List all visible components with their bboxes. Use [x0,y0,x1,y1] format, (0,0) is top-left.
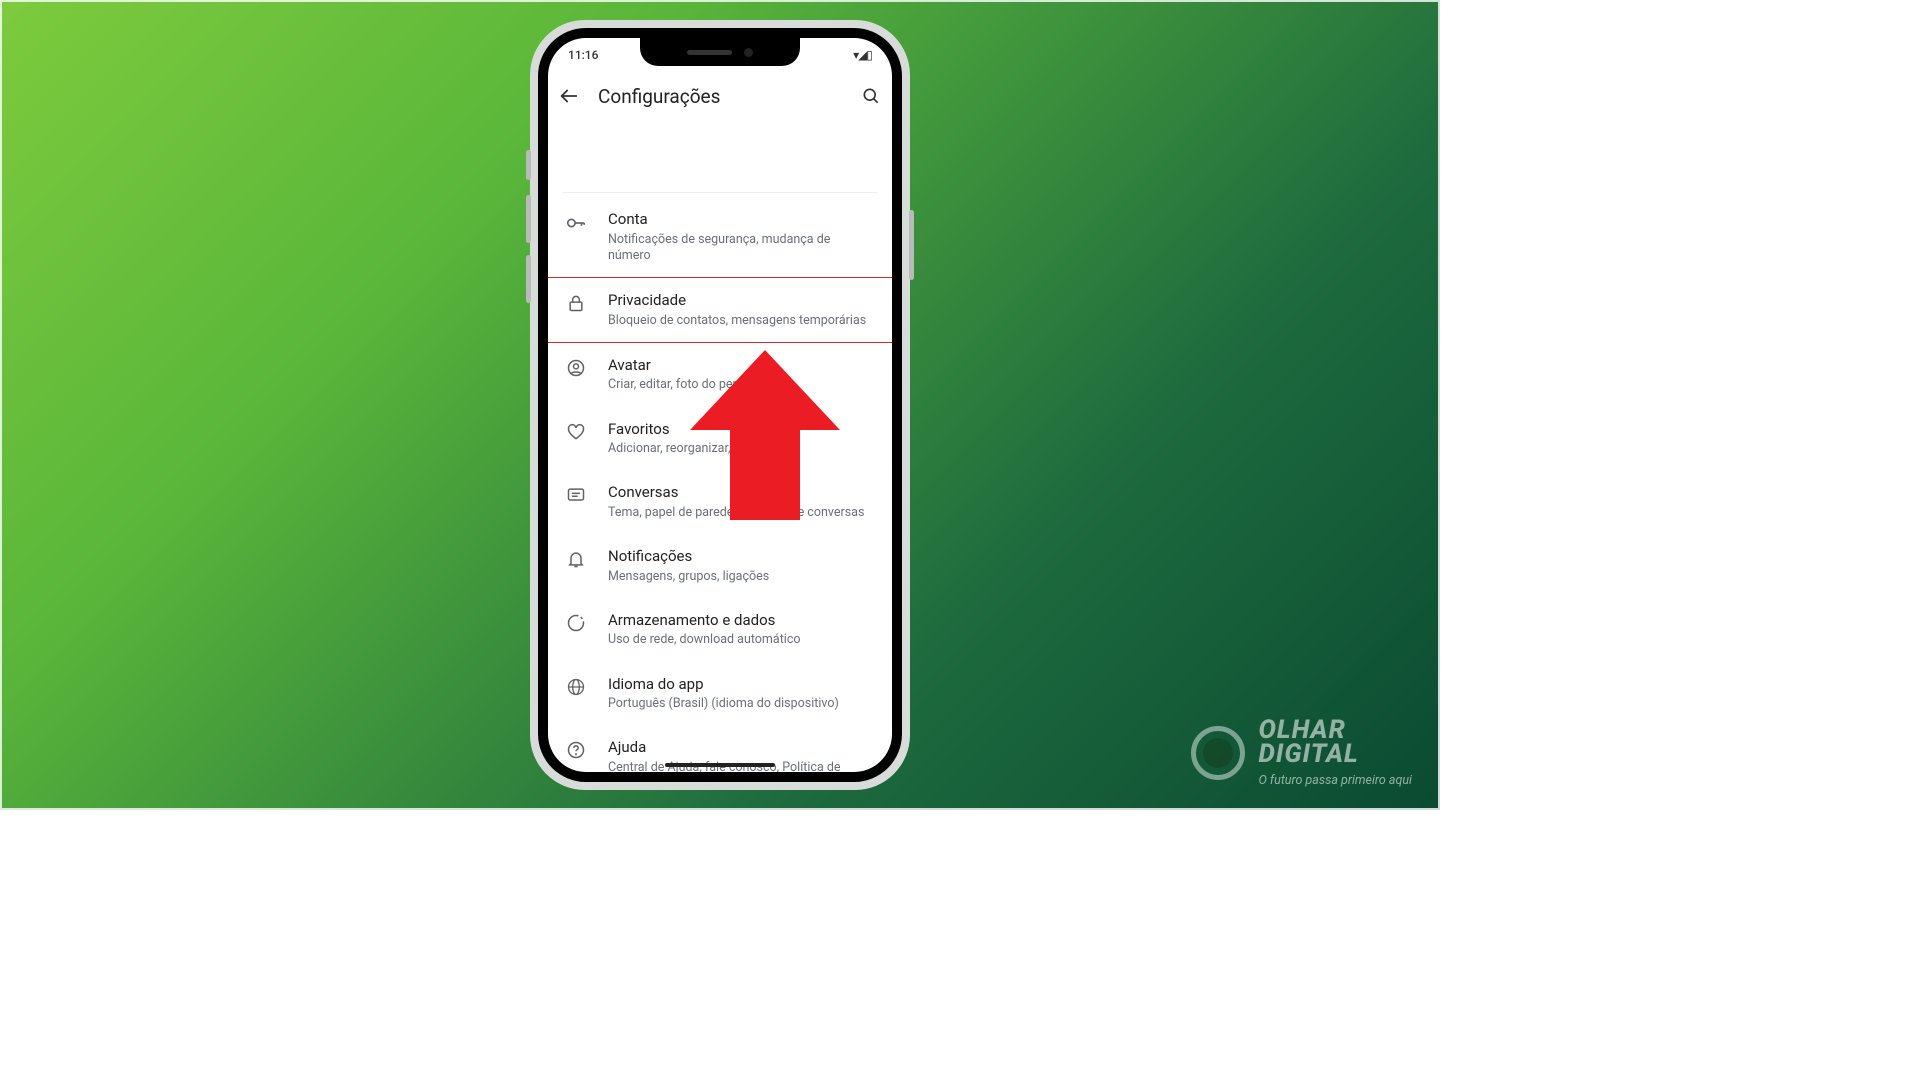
back-icon[interactable] [558,85,580,107]
settings-item-title: Ajuda [608,738,876,758]
profile-area [562,120,878,193]
globe-icon [564,675,588,697]
settings-item-key[interactable]: ContaNotificações de segurança, mudança … [548,197,892,277]
avatar-icon [564,356,588,378]
watermark-line2: DIGITAL [1259,742,1413,767]
storage-icon [564,611,588,633]
home-indicator [665,763,775,767]
settings-item-storage[interactable]: Armazenamento e dadosUso de rede, downlo… [548,598,892,662]
settings-item-subtitle: Tema, papel de parede, histórico de conv… [608,505,876,521]
settings-item-subtitle: Criar, editar, foto do perfil [608,377,876,393]
phone-screen: 11:16 ▾◢▯ Configurações ContaNotificaçõe… [548,38,892,772]
phone-side-button [526,255,531,303]
status-icons: ▾◢▯ [792,48,872,62]
lock-icon [564,291,588,313]
settings-item-title: Armazenamento e dados [608,611,876,631]
settings-item-heart[interactable]: FavoritosAdicionar, reorganizar, remover [548,407,892,471]
app-bar: Configurações [548,72,892,120]
settings-item-subtitle: Bloqueio de contatos, mensagens temporár… [608,313,876,329]
phone-notch [640,38,800,66]
settings-item-globe[interactable]: Idioma do appPortuguês (Brasil) (idioma … [548,662,892,726]
settings-item-title: Notificações [608,547,876,567]
watermark: OLHAR DIGITAL O futuro passa primeiro aq… [1191,718,1413,788]
phone-mockup: 11:16 ▾◢▯ Configurações ContaNotificaçõe… [530,20,910,790]
settings-list: ContaNotificações de segurança, mudança … [548,193,892,772]
settings-item-subtitle: Notificações de segurança, mudança de nú… [608,232,876,265]
watermark-tagline: O futuro passa primeiro aqui [1259,773,1413,788]
bell-icon [564,547,588,569]
settings-item-bell[interactable]: Notificações Mensagens, grupos, ligações [548,534,892,598]
settings-item-title: Conversas [608,483,876,503]
phone-side-button [526,150,531,180]
help-icon [564,738,588,760]
phone-side-button [909,210,914,280]
watermark-logo [1191,726,1245,780]
settings-item-avatar[interactable]: AvatarCriar, editar, foto do perfil [548,343,892,407]
settings-item-subtitle: Uso de rede, download automático [608,632,876,648]
chat-icon [564,483,588,505]
settings-item-lock[interactable]: Privacidade Bloqueio de contatos, mensage… [548,277,892,343]
settings-item-subtitle: Português (Brasil) (idioma do dispositiv… [608,696,876,712]
settings-item-title: Favoritos [608,420,876,440]
speaker [687,50,732,55]
key-icon [564,210,588,234]
background: 11:16 ▾◢▯ Configurações ContaNotificaçõe… [0,0,1440,810]
settings-item-chat[interactable]: Conversas Tema, papel de parede, históric… [548,470,892,534]
settings-item-subtitle: Adicionar, reorganizar, remover [608,441,876,457]
phone-bezel: 11:16 ▾◢▯ Configurações ContaNotificaçõe… [538,28,902,782]
front-camera [744,48,753,57]
settings-item-subtitle: Mensagens, grupos, ligações [608,569,876,585]
status-time: 11:16 [568,48,648,62]
settings-item-title: Idioma do app [608,675,876,695]
settings-item-title: Conta [608,210,876,230]
heart-icon [564,420,588,442]
search-icon[interactable] [860,85,882,107]
page-title: Configurações [598,85,720,108]
settings-item-title: Avatar [608,356,876,376]
phone-side-button [526,195,531,243]
settings-item-title: Privacidade [608,291,876,311]
